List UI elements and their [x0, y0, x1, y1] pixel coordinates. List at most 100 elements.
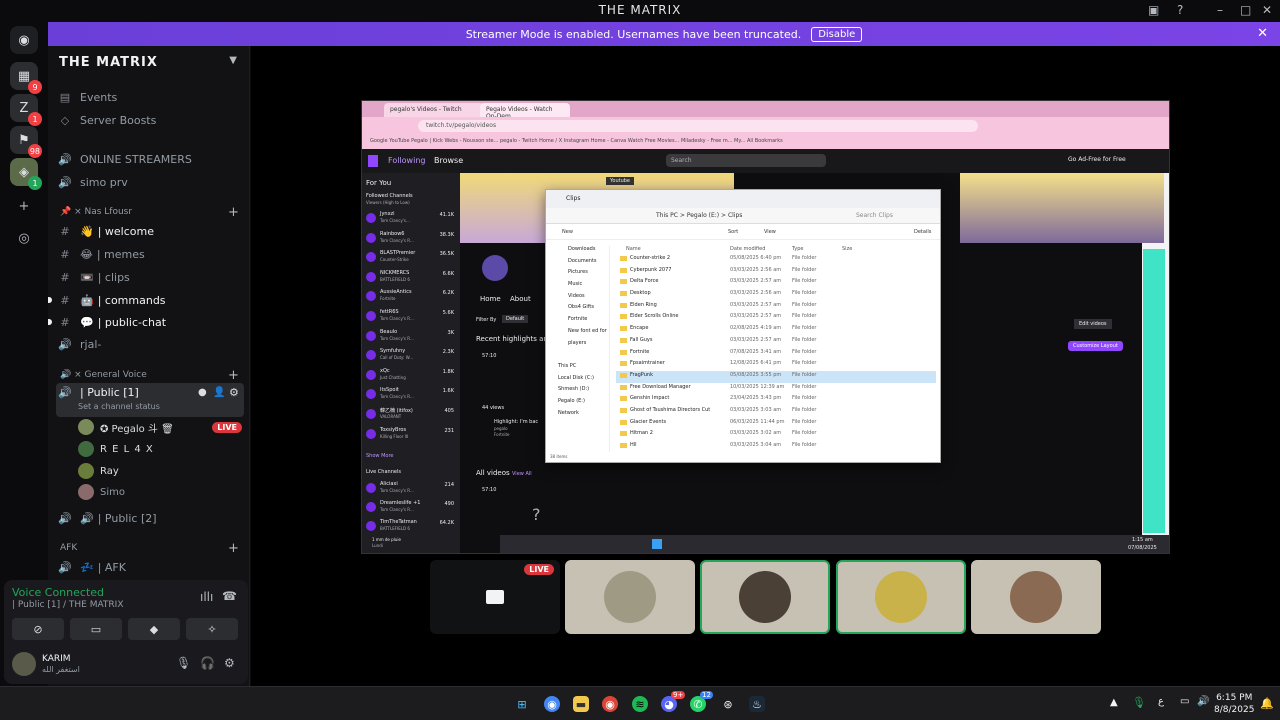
add-channel-icon[interactable]: +: [228, 368, 239, 383]
file-row: Glacier Events 06/03/2025 11:44 pm File fo…: [616, 418, 936, 430]
avatar: [78, 441, 94, 457]
server-icon-1[interactable]: ▦ 9: [10, 62, 42, 94]
voice-channel-public-2[interactable]: 🔊 🔊 | Public [2]: [56, 507, 244, 529]
discover-icon[interactable]: ◎: [10, 224, 38, 252]
disconnect-icon[interactable]: ☎: [222, 589, 237, 603]
chrome-alt-icon[interactable]: ◉: [602, 696, 618, 712]
soundboard-button[interactable]: ✧: [186, 618, 238, 640]
file-explorer-icon[interactable]: ▬: [573, 696, 589, 712]
server-icon-2[interactable]: Z1: [10, 94, 42, 126]
microphone-icon[interactable]: 🎙: [176, 656, 191, 670]
twitch-logo-icon: [368, 155, 378, 167]
nav-pane-item: Fortnite: [568, 316, 588, 323]
add-channel-icon[interactable]: +: [228, 205, 239, 220]
discord-home-icon[interactable]: ◉: [10, 26, 38, 54]
participant-tile[interactable]: [700, 560, 830, 634]
activities-button[interactable]: ◆: [128, 618, 180, 640]
channel-memes[interactable]: # 😂 | memes: [56, 243, 244, 265]
user-avatar[interactable]: [12, 652, 36, 676]
channel-avatar: [366, 311, 376, 321]
windows-start-icon[interactable]: ⊞: [514, 696, 530, 712]
voice-channel-public-1[interactable]: 🔊 | Public [1] Set a channel status ● 👤 …: [56, 383, 244, 417]
screen-share-tile[interactable]: LIVE: [430, 560, 560, 634]
noise-suppression-icon[interactable]: ıllı: [200, 590, 213, 604]
screen-share-view[interactable]: pegalo's Videos - Twitch Pegalo Videos -…: [361, 100, 1170, 554]
tray-chevron-icon[interactable]: ▲: [1110, 697, 1118, 708]
category-nas-lfousr[interactable]: 📌 × Nas Lfousr +: [60, 204, 250, 220]
channel-public-chat[interactable]: # 💬 | public-chat: [48, 311, 244, 333]
spotify-icon[interactable]: ≋: [632, 696, 648, 712]
add-server-icon[interactable]: +: [10, 192, 38, 220]
voice-status[interactable]: Voice Connected: [12, 586, 104, 599]
chat-icon[interactable]: ●: [198, 387, 207, 398]
inbox-icon[interactable]: ▣: [1148, 3, 1159, 17]
file-row: Fortnite 07/08/2025 3:41 am File folder: [616, 348, 936, 360]
close-banner-icon[interactable]: ✕: [1257, 26, 1268, 41]
close-window-icon[interactable]: ✕: [1262, 3, 1272, 17]
nav-pane-item: Videos: [568, 292, 585, 299]
username[interactable]: KARIM: [42, 654, 71, 664]
channel-rjal[interactable]: 🔊 rjal-: [56, 333, 244, 355]
notification-bell-icon[interactable]: 🔔: [1260, 697, 1274, 710]
voice-connected-panel: Voice Connected | Public [1] / THE MATRI…: [4, 580, 248, 644]
followed-channel: Beaulo Tom Clancy's R... 3K: [366, 329, 456, 343]
followed-channel: AussieAntics Fortnite 6.2K: [366, 289, 456, 303]
participant-avatar: [875, 571, 927, 623]
explorer-columns: Name Date modified Type Size: [626, 246, 853, 252]
language-indicator[interactable]: ع: [1158, 696, 1164, 707]
category-afk[interactable]: AFK +: [60, 540, 250, 556]
windows-taskbar: ⊞ ◉ ▬ ◉ ≋ ◕ 9+ ✆ 12 ⊛ ♨ ▲ 🎙 ع ▭ 🔊 6:15 P…: [0, 686, 1280, 720]
file-row: Counter-strike 2 05/08/2025 6:40 pm File f…: [616, 254, 936, 266]
minimize-icon[interactable]: –: [1217, 3, 1223, 17]
participant-tile[interactable]: [565, 560, 695, 634]
steam-icon[interactable]: ♨: [749, 696, 765, 712]
chrome-icon[interactable]: ◉: [544, 696, 560, 712]
voice-channel-afk[interactable]: 🔊 💤 | AFK: [56, 556, 244, 578]
followed-channel: NICKMERCS BATTLEFIELD 6 6.6K: [366, 270, 456, 284]
nav-pane-item: Music: [568, 281, 583, 288]
category-general-voice[interactable]: 🔊 × General Voice +: [60, 367, 250, 383]
settings-gear-icon[interactable]: ⚙: [224, 656, 235, 670]
share-screen-button[interactable]: ▭: [70, 618, 122, 640]
maximize-icon[interactable]: □: [1240, 3, 1251, 17]
invite-icon[interactable]: 👤: [213, 387, 225, 398]
file-row: Cyberpunk 2077 03/03/2025 2:56 am File fol…: [616, 266, 936, 278]
taskbar-clock[interactable]: 6:15 PM 8/8/2025: [1214, 692, 1254, 716]
speaker-icon: 🔊: [58, 386, 72, 399]
volume-icon[interactable]: 🔊: [1197, 696, 1209, 707]
server-header[interactable]: THE MATRIX ▼: [48, 46, 250, 78]
calendar-icon: ▤: [59, 90, 71, 104]
channel-simo-prv[interactable]: 🔊 simo prv: [56, 171, 244, 193]
whatsapp-badge: 12: [700, 691, 713, 699]
server-boosts-item[interactable]: ◇ Server Boosts: [56, 109, 244, 131]
server-icon-3[interactable]: ⚑ 98: [10, 126, 42, 158]
headphones-icon[interactable]: 🎧: [200, 656, 215, 670]
channel-clips[interactable]: # 📼 | clips: [56, 266, 244, 288]
mic-tray-icon[interactable]: 🎙: [1132, 696, 1146, 709]
help-icon[interactable]: ?: [1177, 3, 1183, 17]
channel-commands[interactable]: # 🤖 | commands: [48, 289, 244, 311]
bookmarks-bar: Google YouTube Pegalo | Kick Webs - Nous…: [362, 135, 1169, 149]
participant-tile[interactable]: [836, 560, 966, 634]
voice-member-relax[interactable]: R E L 4 X: [78, 439, 154, 459]
voice-member-simo[interactable]: Simo: [78, 482, 125, 502]
settings-gear-icon[interactable]: ⚙: [229, 386, 239, 399]
add-channel-icon[interactable]: +: [228, 541, 239, 556]
voice-location[interactable]: | Public [1] / THE MATRIX: [12, 600, 124, 610]
user-status: استغفر الله: [42, 665, 80, 674]
network-icon[interactable]: ▭: [1180, 696, 1189, 707]
folder-icon: [620, 267, 627, 273]
app-icon[interactable]: ⊛: [720, 696, 736, 712]
events-item[interactable]: ▤ Events: [56, 86, 244, 108]
server-icon-matrix[interactable]: ◈ 1: [10, 158, 42, 190]
channel-welcome[interactable]: # 👋 | welcome: [56, 220, 244, 242]
voice-member-ray[interactable]: Ray: [78, 461, 119, 481]
voice-member-pegalo[interactable]: ✪ Pegalo 斗 🗑 LIVE: [78, 417, 242, 437]
explorer-file-list: Name Date modified Type Size Counter-str…: [616, 246, 936, 452]
channel-online-streamers[interactable]: 🔊 ONLINE STREAMERS: [56, 148, 244, 170]
channel-status-hint[interactable]: Set a channel status: [78, 402, 160, 411]
participant-tile[interactable]: [971, 560, 1101, 634]
camera-off-button[interactable]: ⊘: [12, 618, 64, 640]
channel-avatar: [366, 271, 376, 282]
disable-streamer-mode-button[interactable]: Disable: [811, 26, 863, 42]
